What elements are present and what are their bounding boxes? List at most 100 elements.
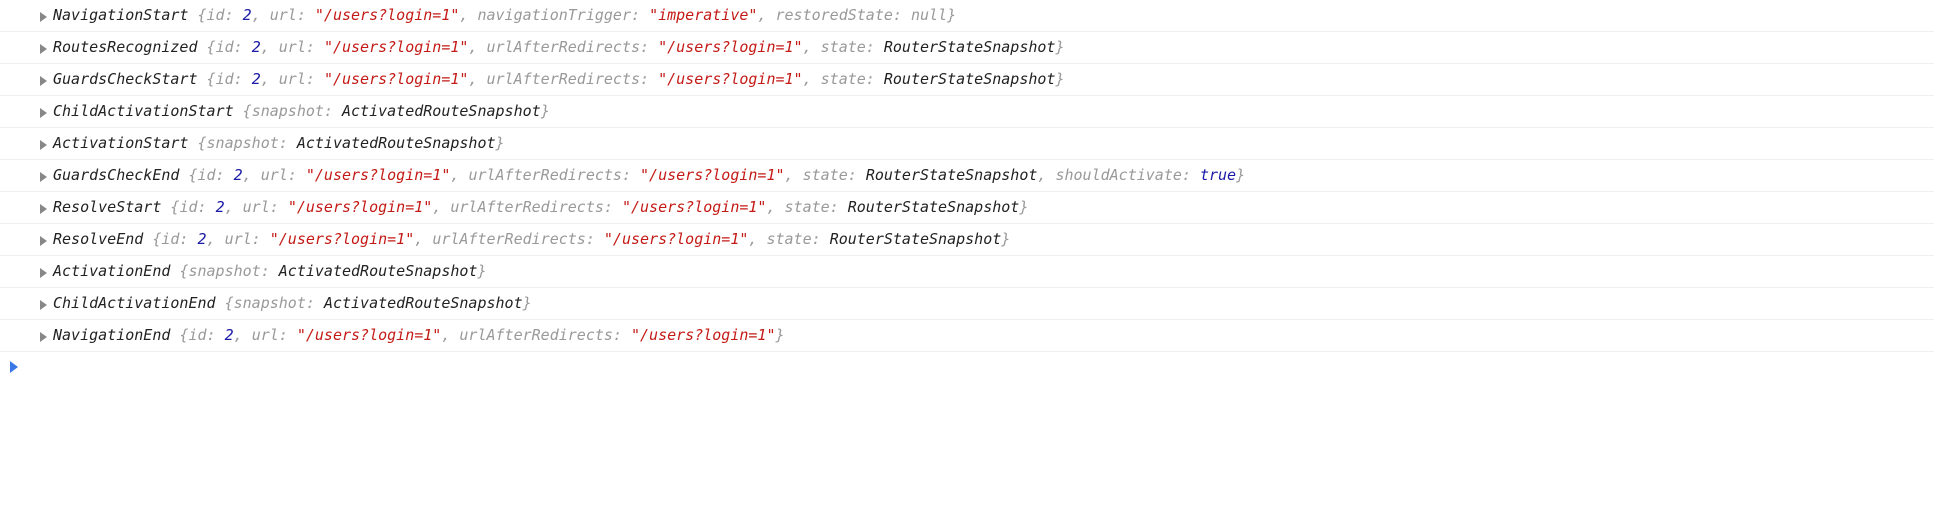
- separator: ,: [1037, 166, 1055, 184]
- separator: ,: [252, 6, 270, 24]
- log-content: ChildActivationStart {snapshot: Activate…: [53, 101, 550, 122]
- prop-value: ActivatedRouteSnapshot: [297, 134, 496, 152]
- log-row[interactable]: GuardsCheckEnd {id: 2, url: "/users?logi…: [0, 160, 1934, 192]
- prop-key: id:: [207, 6, 243, 24]
- prop-value: "/users?login=1": [622, 198, 767, 216]
- event-name: NavigationStart: [53, 6, 198, 24]
- prop-key: navigationTrigger:: [477, 6, 649, 24]
- log-row[interactable]: NavigationEnd {id: 2, url: "/users?login…: [0, 320, 1934, 352]
- event-name: ActivationStart: [53, 134, 198, 152]
- close-brace: }: [1055, 70, 1064, 88]
- prop-key: shouldActivate:: [1055, 166, 1200, 184]
- prop-value: RouterStateSnapshot: [848, 198, 1020, 216]
- prop-key: snapshot:: [207, 134, 297, 152]
- expand-arrow-icon[interactable]: [40, 44, 47, 54]
- log-row[interactable]: ResolveEnd {id: 2, url: "/users?login=1"…: [0, 224, 1934, 256]
- prop-value: "/users?login=1": [324, 70, 469, 88]
- prop-key: state:: [821, 38, 884, 56]
- separator: ,: [207, 230, 225, 248]
- expand-arrow-icon[interactable]: [40, 300, 47, 310]
- separator: ,: [468, 70, 486, 88]
- separator: ,: [225, 198, 243, 216]
- log-row[interactable]: GuardsCheckStart {id: 2, url: "/users?lo…: [0, 64, 1934, 96]
- log-row[interactable]: NavigationStart {id: 2, url: "/users?log…: [0, 0, 1934, 32]
- log-row[interactable]: ActivationEnd {snapshot: ActivatedRouteS…: [0, 256, 1934, 288]
- expand-arrow-icon[interactable]: [40, 332, 47, 342]
- expand-arrow-icon[interactable]: [40, 172, 47, 182]
- console-output: NavigationStart {id: 2, url: "/users?log…: [0, 0, 1934, 352]
- expand-arrow-icon[interactable]: [40, 236, 47, 246]
- open-brace: {: [198, 6, 207, 24]
- prop-value: RouterStateSnapshot: [884, 70, 1056, 88]
- separator: ,: [234, 326, 252, 344]
- prop-value: ActivatedRouteSnapshot: [342, 102, 541, 120]
- event-name: ResolveStart: [53, 198, 170, 216]
- prop-key: state:: [821, 70, 884, 88]
- prop-key: id:: [188, 326, 224, 344]
- prop-key: url:: [279, 70, 324, 88]
- prop-key: id:: [216, 70, 252, 88]
- separator: ,: [450, 166, 468, 184]
- prop-value: true: [1200, 166, 1236, 184]
- log-row[interactable]: ResolveStart {id: 2, url: "/users?login=…: [0, 192, 1934, 224]
- console-prompt[interactable]: [0, 352, 1934, 385]
- prop-value: ActivatedRouteSnapshot: [279, 262, 478, 280]
- prop-key: id:: [161, 230, 197, 248]
- prop-value: 2: [252, 70, 261, 88]
- log-content: GuardsCheckStart {id: 2, url: "/users?lo…: [53, 69, 1065, 90]
- prop-key: id:: [198, 166, 234, 184]
- log-content: GuardsCheckEnd {id: 2, url: "/users?logi…: [53, 165, 1245, 186]
- log-row[interactable]: ActivationStart {snapshot: ActivatedRout…: [0, 128, 1934, 160]
- prop-value: "imperative": [649, 6, 757, 24]
- log-content: ActivationEnd {snapshot: ActivatedRouteS…: [53, 261, 487, 282]
- log-content: NavigationStart {id: 2, url: "/users?log…: [53, 5, 956, 26]
- chevron-right-icon: [10, 361, 18, 373]
- expand-arrow-icon[interactable]: [40, 268, 47, 278]
- close-brace: }: [477, 262, 486, 280]
- prop-key: urlAfterRedirects:: [487, 38, 659, 56]
- separator: ,: [432, 198, 450, 216]
- separator: ,: [261, 70, 279, 88]
- prop-value: 2: [243, 6, 252, 24]
- close-brace: }: [947, 6, 956, 24]
- event-name: ChildActivationStart: [53, 102, 243, 120]
- expand-arrow-icon[interactable]: [40, 140, 47, 150]
- separator: ,: [766, 198, 784, 216]
- event-name: RoutesRecognized: [53, 38, 207, 56]
- prop-value: "/users?login=1": [658, 70, 803, 88]
- prop-value: 2: [225, 326, 234, 344]
- prop-key: url:: [270, 6, 315, 24]
- close-brace: }: [1236, 166, 1245, 184]
- prop-value: "/users?login=1": [270, 230, 415, 248]
- expand-arrow-icon[interactable]: [40, 108, 47, 118]
- separator: ,: [757, 6, 775, 24]
- prop-key: url:: [252, 326, 297, 344]
- close-brace: }: [1055, 38, 1064, 56]
- expand-arrow-icon[interactable]: [40, 204, 47, 214]
- log-row[interactable]: ChildActivationEnd {snapshot: ActivatedR…: [0, 288, 1934, 320]
- log-content: RoutesRecognized {id: 2, url: "/users?lo…: [53, 37, 1065, 58]
- prop-key: id:: [216, 38, 252, 56]
- separator: ,: [803, 70, 821, 88]
- close-brace: }: [776, 326, 785, 344]
- event-name: NavigationEnd: [53, 326, 179, 344]
- open-brace: {: [243, 102, 252, 120]
- separator: ,: [441, 326, 459, 344]
- open-brace: {: [207, 38, 216, 56]
- close-brace: }: [541, 102, 550, 120]
- event-name: GuardsCheckEnd: [53, 166, 188, 184]
- expand-arrow-icon[interactable]: [40, 76, 47, 86]
- expand-arrow-icon[interactable]: [40, 12, 47, 22]
- separator: ,: [468, 38, 486, 56]
- prop-key: url:: [261, 166, 306, 184]
- close-brace: }: [1019, 198, 1028, 216]
- prop-value: RouterStateSnapshot: [830, 230, 1002, 248]
- log-row[interactable]: RoutesRecognized {id: 2, url: "/users?lo…: [0, 32, 1934, 64]
- prop-key: urlAfterRedirects:: [459, 326, 631, 344]
- log-row[interactable]: ChildActivationStart {snapshot: Activate…: [0, 96, 1934, 128]
- log-content: ResolveEnd {id: 2, url: "/users?login=1"…: [53, 229, 1010, 250]
- prop-value: "/users?login=1": [631, 326, 776, 344]
- open-brace: {: [198, 134, 207, 152]
- prop-value: "/users?login=1": [604, 230, 749, 248]
- prop-key: state:: [785, 198, 848, 216]
